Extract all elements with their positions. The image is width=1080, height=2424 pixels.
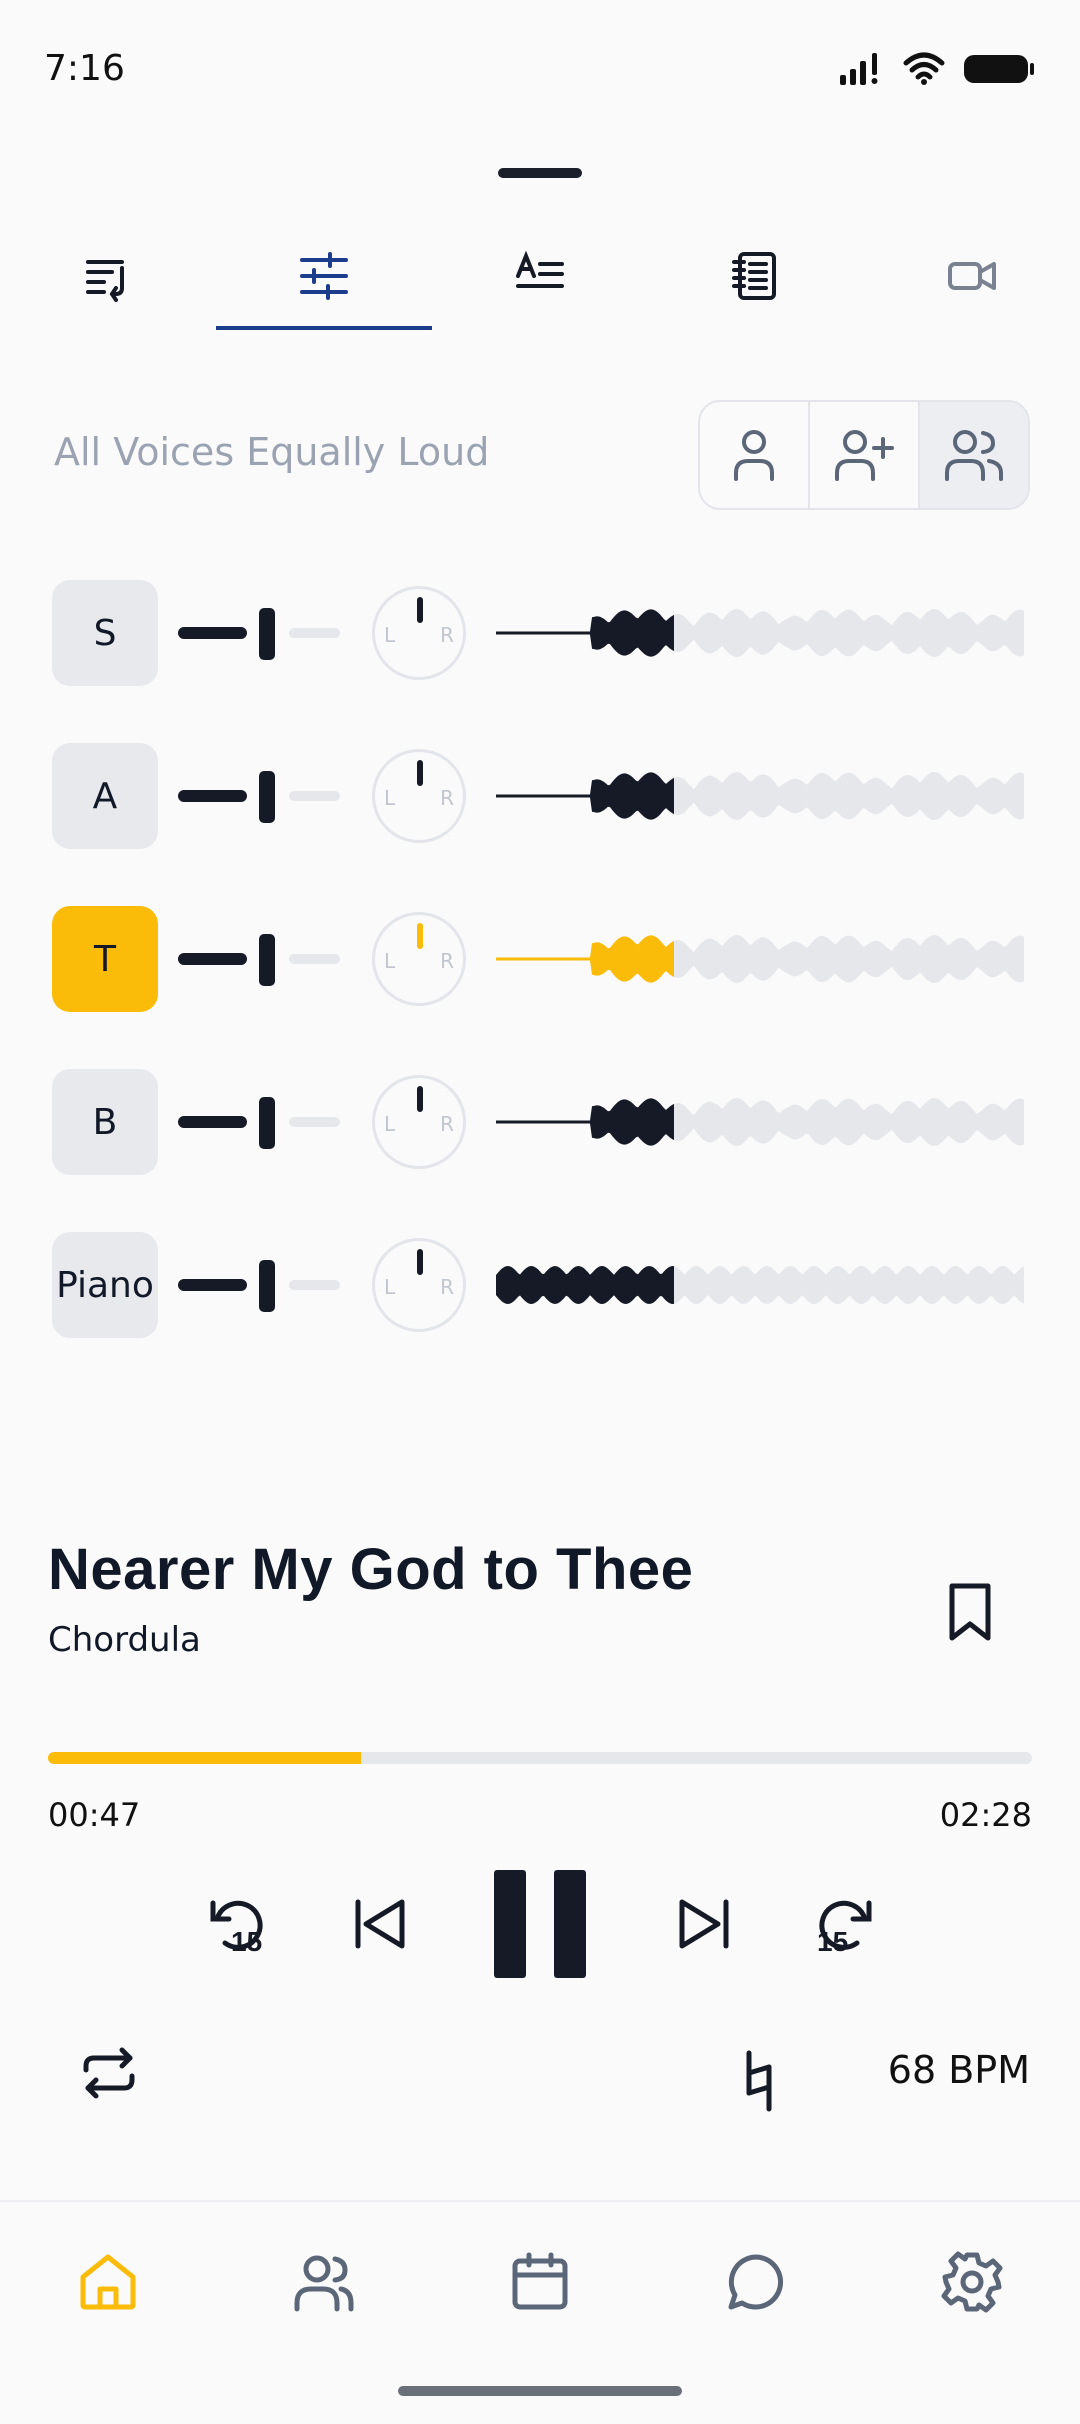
skip-back-15-button[interactable]: 15 [200,1886,276,1962]
rewind-15-icon: 15 [210,1900,263,1957]
song-title: Nearer My God to Thee [48,1537,694,1602]
single-voice-icon [734,430,774,481]
tab-lyrics[interactable] [432,220,648,332]
track-row: Piano LR [0,1232,1080,1338]
nav-members[interactable] [216,2202,432,2362]
waveform-played [496,1266,674,1304]
song-artist: Chordula [48,1620,201,1660]
pause-button[interactable] [494,1870,586,1978]
track-row: B LR [0,1069,1080,1175]
pan-knob[interactable]: LR [372,586,466,680]
track-row: A LR [0,743,1080,849]
pan-knob[interactable]: LR [372,749,466,843]
skip-forward-15-button[interactable]: 15 [806,1886,882,1962]
track-row: T LR [0,906,1080,1012]
next-track-button[interactable] [664,1884,744,1964]
top-tabs [0,220,1080,332]
waveform [496,609,1024,657]
volume-slider[interactable] [178,580,340,686]
voice-select-button[interactable]: T [52,906,158,1012]
waveform-remaining [674,935,1024,983]
nav-calendar[interactable] [432,2202,648,2362]
skip-next-icon [679,1899,729,1949]
waveform [496,935,1024,983]
pan-knob[interactable]: LR [372,1238,466,1332]
mixer-mode-selector [698,400,1030,510]
tempo-bpm[interactable]: 68 BPM [888,2048,1030,2092]
add-voice-icon [835,430,894,481]
playback-progress-bar[interactable] [48,1752,1032,1764]
nav-chat[interactable] [648,2202,864,2362]
skip-previous-icon [355,1899,405,1949]
voice-select-button[interactable]: S [52,580,158,686]
mode-add-voice-button[interactable] [810,402,920,508]
playlist-icon [86,260,124,302]
elapsed-time: 00:47 [48,1796,141,1834]
voice-select-button[interactable]: A [52,743,158,849]
forward-15-icon: 15 [817,1900,872,1957]
home-icon [80,2254,136,2310]
svg-text:15: 15 [817,1926,848,1957]
mode-single-voice-button[interactable] [700,402,810,508]
repeat-button[interactable] [76,2040,142,2106]
tab-queue[interactable] [0,220,216,332]
video-icon [948,262,996,290]
waveform-played [496,609,674,657]
status-time: 7:16 [44,48,125,89]
sheet-drag-handle[interactable] [498,168,582,178]
mixer-mode-label: All Voices Equally Loud [54,430,490,474]
natural-sign-icon [746,2050,772,2112]
pause-icon [494,1870,586,1978]
people-icon [294,2255,354,2312]
waveform-played [496,772,674,820]
volume-slider[interactable] [178,743,340,849]
svg-text:15: 15 [231,1926,262,1957]
voice-select-button[interactable]: Piano [52,1232,158,1338]
tab-mixer[interactable] [216,220,432,332]
status-icons [838,48,1036,88]
signal-icon [840,53,878,85]
waveform-remaining [674,609,1024,657]
calendar-icon [512,2252,568,2310]
waveform [496,772,1024,820]
pan-knob[interactable]: LR [372,912,466,1006]
volume-slider[interactable] [178,1232,340,1338]
waveform-played [496,935,674,983]
pan-knob[interactable]: LR [372,1075,466,1169]
mode-all-voices-button[interactable] [920,402,1028,508]
notebook-icon [732,252,776,300]
home-indicator [398,2386,682,2396]
volume-slider[interactable] [178,1069,340,1175]
battery-icon [964,55,1034,83]
previous-track-button[interactable] [340,1884,420,1964]
sliders-icon [300,252,348,300]
voice-select-button[interactable]: B [52,1069,158,1175]
chat-icon [728,2254,784,2310]
tab-video[interactable] [864,220,1080,332]
waveform [496,1098,1024,1146]
bookmark-icon [949,1583,991,1641]
progress-fill [48,1752,361,1764]
settings-icon [941,2251,1003,2313]
wifi-icon [903,52,945,85]
waveform-remaining [674,1098,1024,1146]
key-natural-button[interactable] [734,2046,784,2116]
tab-score[interactable] [648,220,864,332]
waveform [496,1266,1024,1304]
waveform-remaining [674,1266,1024,1304]
track-row: S LR [0,580,1080,686]
repeat-icon [83,2047,135,2099]
volume-slider[interactable] [178,906,340,1012]
waveform-played [496,1098,674,1146]
text-icon [516,250,564,288]
nav-home[interactable] [0,2202,216,2362]
nav-settings[interactable] [864,2202,1080,2362]
all-voices-icon [945,430,1003,481]
bookmark-button[interactable] [944,1580,996,1649]
waveform-remaining [674,772,1024,820]
total-time: 02:28 [939,1796,1032,1834]
